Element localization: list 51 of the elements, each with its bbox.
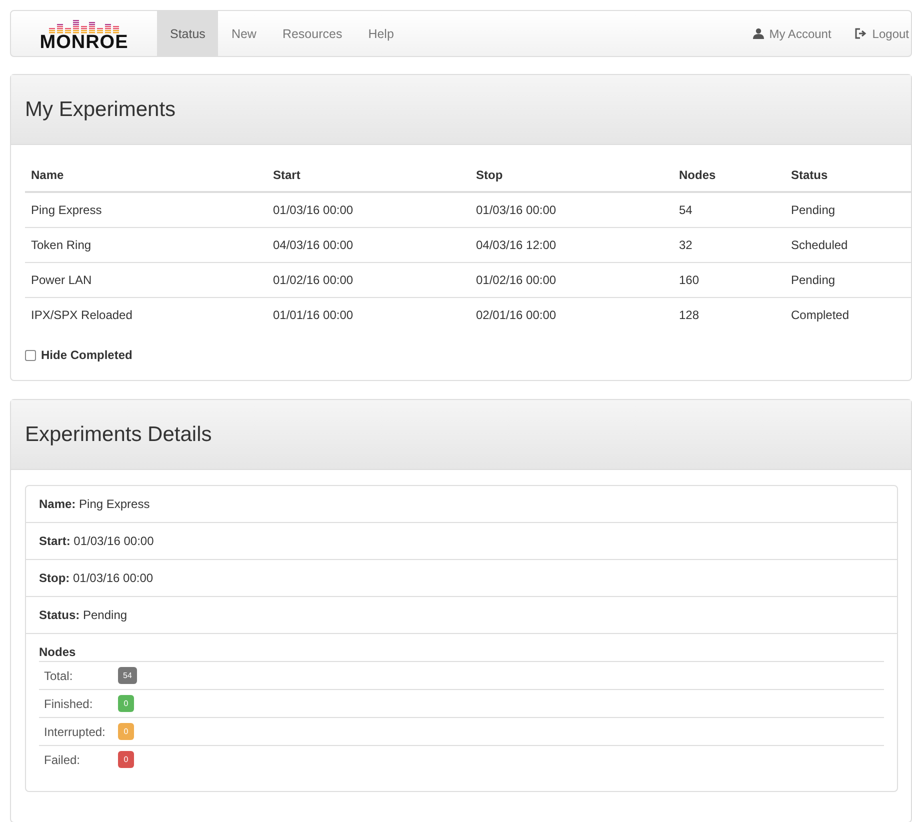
table-cell: Completed — [785, 298, 912, 332]
detail-text: Stop: 01/03/16 00:00 — [39, 571, 154, 585]
table-cell: 01/01/16 00:00 — [267, 298, 470, 332]
column-header: Stop — [470, 159, 673, 192]
column-header: Status — [785, 159, 912, 192]
checkbox-label: Hide Completed — [41, 348, 132, 362]
node-label: Total: — [44, 668, 74, 682]
count-badge: 0 — [118, 723, 134, 740]
count-badge: 54 — [118, 667, 137, 684]
nodes-title: Nodes — [39, 645, 884, 662]
table-cell: 02/01/16 00:00 — [470, 298, 673, 332]
table-cell: Pending — [785, 192, 912, 228]
table-cell: Token Ring — [25, 228, 267, 262]
node-label: Failed: — [44, 752, 82, 766]
table-cell: 32 — [673, 228, 785, 262]
table-cell: 01/03/16 00:00 — [470, 192, 673, 228]
logout-icon — [855, 28, 868, 39]
node-label: Finished: — [44, 696, 94, 710]
count-badge: 0 — [118, 695, 134, 712]
nav-tab[interactable]: New — [218, 11, 270, 56]
table-cell: 04/03/16 00:00 — [267, 228, 470, 262]
nav-tab[interactable]: Status — [157, 11, 218, 56]
table-cell: 01/02/16 00:00 — [470, 262, 673, 298]
user-icon — [753, 28, 764, 39]
column-header: Start — [267, 159, 470, 192]
table-cell: 01/02/16 00:00 — [267, 262, 470, 298]
table-cell: Pending — [785, 262, 912, 298]
count-badge: 0 — [118, 751, 134, 768]
panel-title: My Experiments — [25, 98, 176, 122]
table-cell: 128 — [673, 298, 785, 332]
detail-text: Start: 01/03/16 00:00 — [39, 534, 154, 548]
node-label: Interrupted: — [44, 724, 106, 738]
table-cell: IPX/SPX Reloaded — [25, 298, 267, 332]
table-cell: 160 — [673, 262, 785, 298]
table-cell: 54 — [673, 192, 785, 228]
detail-text: Status: Pending — [39, 608, 128, 622]
table-cell: Scheduled — [785, 228, 912, 262]
logout-link[interactable]: Logout — [833, 11, 911, 56]
table-cell: Ping Express — [25, 192, 267, 228]
table-cell: 04/03/16 12:00 — [470, 228, 673, 262]
table-cell: Power LAN — [25, 262, 267, 298]
column-header: Name — [25, 159, 267, 192]
logo-text[interactable]: MONROE — [40, 34, 128, 52]
detail-text: Name: Ping Express — [39, 497, 150, 511]
nav-tab[interactable]: Resources — [269, 11, 356, 56]
account-link[interactable]: My Account — [731, 11, 834, 56]
nav-tab[interactable]: Help — [355, 11, 407, 56]
table-cell: 01/03/16 00:00 — [267, 192, 470, 228]
checkbox[interactable] — [25, 350, 36, 360]
panel-title: Experiments Details — [25, 422, 212, 446]
column-header: Nodes — [673, 159, 785, 192]
